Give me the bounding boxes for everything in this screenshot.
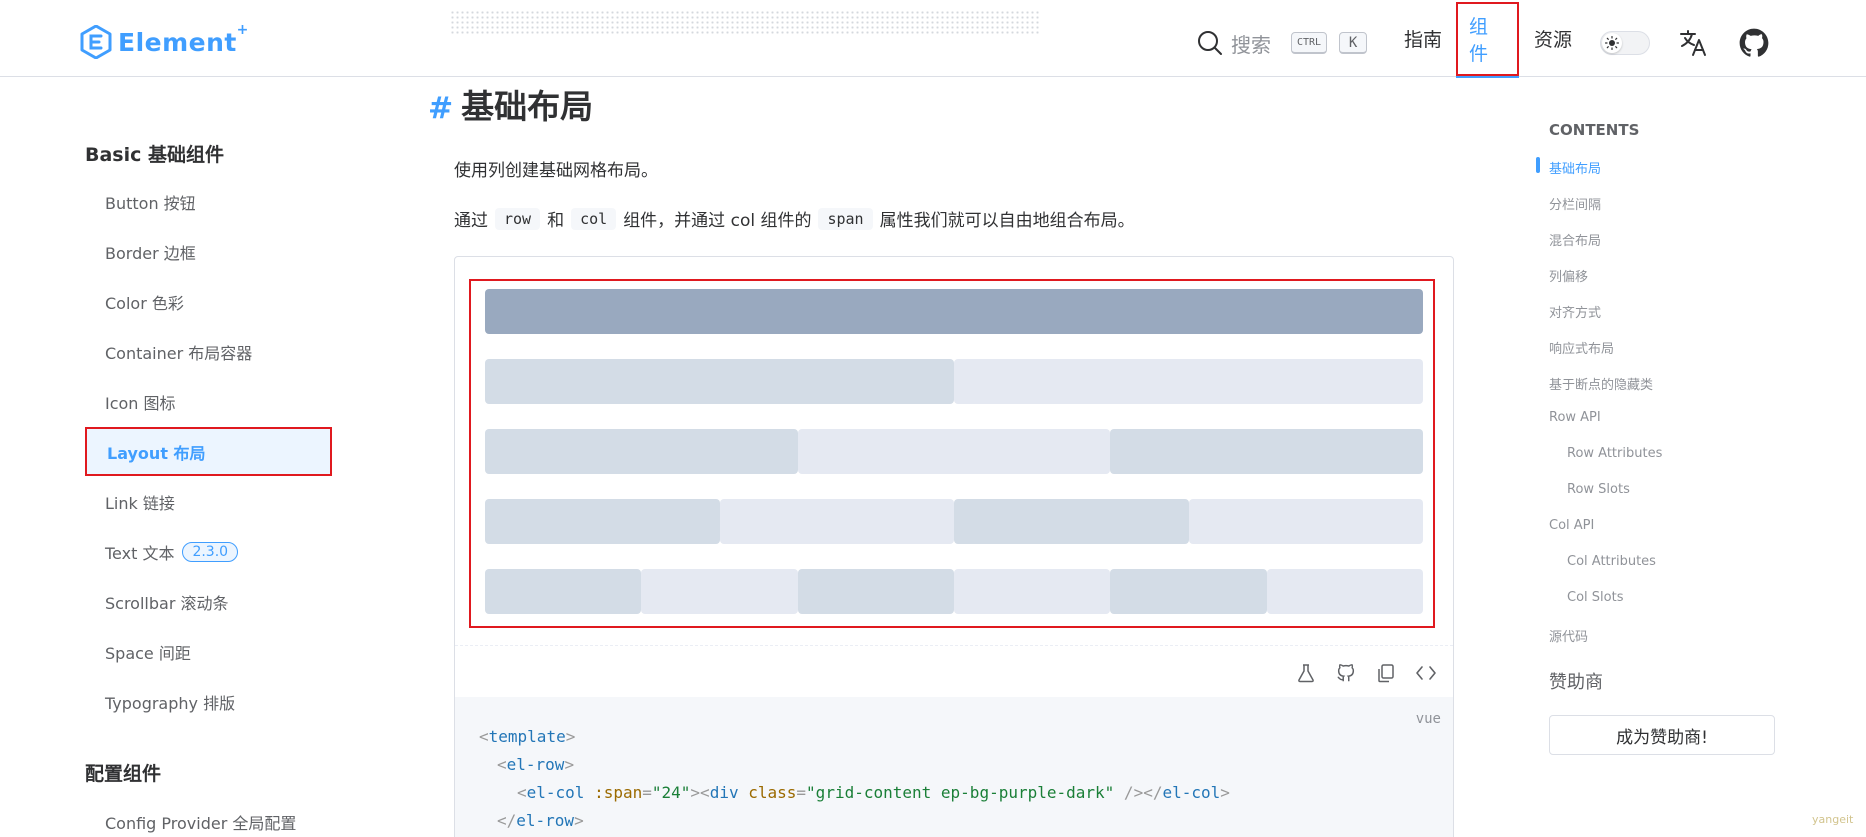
sidebar-item-scrollbar[interactable]: Scrollbar 滚动条 <box>85 577 332 626</box>
grid-col <box>1110 569 1267 614</box>
github-icon[interactable] <box>1739 28 1769 58</box>
code-language-label: vue <box>1415 711 1441 727</box>
grid-col <box>1110 429 1423 474</box>
grid-col <box>719 499 954 544</box>
watermark: yangeit <box>1812 813 1854 826</box>
sidebar-group-basic: Basic 基础组件 <box>85 144 225 166</box>
inline-code-col: col <box>571 207 617 230</box>
sidebar-item-layout[interactable]: Layout 布局 <box>85 427 332 476</box>
usage-paragraph: 通过 row 和 col 组件，并通过 col 组件的 span 属性我们就可以… <box>454 207 1135 231</box>
nav-guide[interactable]: 指南 <box>1404 0 1442 77</box>
translate-icon[interactable] <box>1679 28 1709 58</box>
toc-item[interactable]: 基础布局 <box>1549 158 1601 177</box>
title-anchor[interactable]: # <box>428 91 453 126</box>
view-source-icon[interactable] <box>1415 662 1437 684</box>
grid-col <box>485 359 954 404</box>
sidebar-item-color[interactable]: Color 色彩 <box>85 277 332 326</box>
toc-item[interactable]: 响应式布局 <box>1549 338 1614 357</box>
grid-col <box>485 429 798 474</box>
sidebar-item-config-provider[interactable]: Config Provider 全局配置 <box>85 797 332 837</box>
search-placeholder: 搜索 <box>1231 32 1271 57</box>
toc-item[interactable]: Row API <box>1549 410 1601 425</box>
code-line-4: </el-row> <box>497 811 584 830</box>
grid-col <box>797 429 1111 474</box>
grid-col <box>954 569 1111 614</box>
nav-resource[interactable]: 资源 <box>1534 0 1572 77</box>
grid-row <box>485 569 1423 614</box>
toc-active-marker <box>1536 157 1540 173</box>
sidebar-item-text[interactable]: Text 文本 2.3.0 <box>85 527 332 576</box>
demo-block: vue <template> <el-row> <el-col :span="2… <box>454 256 1454 837</box>
grid-col <box>1266 569 1423 614</box>
inline-code-row: row <box>495 207 541 230</box>
sidebar-item-button[interactable]: Button 按钮 <box>85 177 332 226</box>
version-badge: 2.3.0 <box>182 541 239 562</box>
grid-row <box>485 289 1423 334</box>
top-header: Element + 搜索 CTRL K 指南 组件 资源 <box>0 0 1866 78</box>
toc-item[interactable]: 基于断点的隐藏类 <box>1549 374 1653 393</box>
grid-col <box>954 359 1423 404</box>
copy-icon[interactable] <box>1375 662 1397 684</box>
kbd-k: K <box>1339 32 1368 54</box>
toc-item[interactable]: 列偏移 <box>1549 266 1588 285</box>
grid-col <box>485 289 1423 334</box>
toc-item[interactable]: 混合布局 <box>1549 230 1601 249</box>
sidebar-group-config: 配置组件 <box>85 763 162 785</box>
sidebar-item-container[interactable]: Container 布局容器 <box>85 327 332 376</box>
toc-item[interactable]: Col API <box>1549 518 1594 533</box>
inline-code-span: span <box>818 207 873 230</box>
header-dot-pattern <box>450 10 1040 36</box>
grid-col <box>797 569 954 614</box>
code-line-2: <el-row> <box>497 755 575 774</box>
grid-col <box>1188 499 1423 544</box>
grid-col <box>485 499 720 544</box>
toc-item[interactable]: Row Slots <box>1567 482 1630 497</box>
toc-item[interactable]: Row Attributes <box>1567 446 1662 461</box>
grid-col <box>485 569 642 614</box>
sidebar: Basic 基础组件 Button 按钮 Border 边框 Color 色彩 … <box>0 77 400 837</box>
sidebar-item-link[interactable]: Link 链接 <box>85 477 332 526</box>
logo[interactable]: Element + <box>80 21 249 60</box>
grid-row <box>485 429 1423 474</box>
sun-icon <box>1602 33 1622 53</box>
toc-item[interactable]: 对齐方式 <box>1549 302 1601 321</box>
sidebar-item-icon[interactable]: Icon 图标 <box>85 377 332 426</box>
grid-col <box>954 499 1189 544</box>
toc-item[interactable]: 源代码 <box>1549 626 1588 645</box>
search-icon <box>1198 31 1222 55</box>
playground-icon[interactable] <box>1295 662 1317 684</box>
grid-col <box>641 569 798 614</box>
code-line-1: <template> <box>479 727 576 746</box>
demo-toolbar <box>455 645 1453 697</box>
theme-toggle[interactable] <box>1600 31 1650 55</box>
sidebar-item-typography[interactable]: Typography 排版 <box>85 677 332 726</box>
search-button[interactable]: 搜索 CTRL K <box>1197 28 1371 58</box>
sponsor-title: 赞助商 <box>1549 672 1603 693</box>
kbd-ctrl: CTRL <box>1291 32 1328 54</box>
element-logo-icon <box>80 25 112 59</box>
become-sponsor-button[interactable]: 成为赞助商! <box>1549 715 1775 755</box>
logo-text: Element + <box>118 21 249 57</box>
nav-component[interactable]: 组件 <box>1456 0 1519 78</box>
page-title: # 基础布局 <box>428 87 594 126</box>
toc-title: CONTENTS <box>1549 121 1640 139</box>
code-block: vue <template> <el-row> <el-col :span="2… <box>455 697 1453 837</box>
sidebar-item-space[interactable]: Space 间距 <box>85 627 332 676</box>
toc-item[interactable]: 分栏间隔 <box>1549 194 1601 213</box>
github-edit-icon[interactable] <box>1335 662 1357 684</box>
sidebar-item-border[interactable]: Border 边框 <box>85 227 332 276</box>
grid-row <box>485 499 1423 544</box>
code-line-3: <el-col :span="24"><div class="grid-cont… <box>517 783 1230 802</box>
intro-paragraph: 使用列创建基础网格布局。 <box>454 161 658 181</box>
toc-item[interactable]: Col Attributes <box>1567 554 1656 569</box>
toc-item[interactable]: Col Slots <box>1567 590 1623 605</box>
grid-row <box>485 359 1423 404</box>
